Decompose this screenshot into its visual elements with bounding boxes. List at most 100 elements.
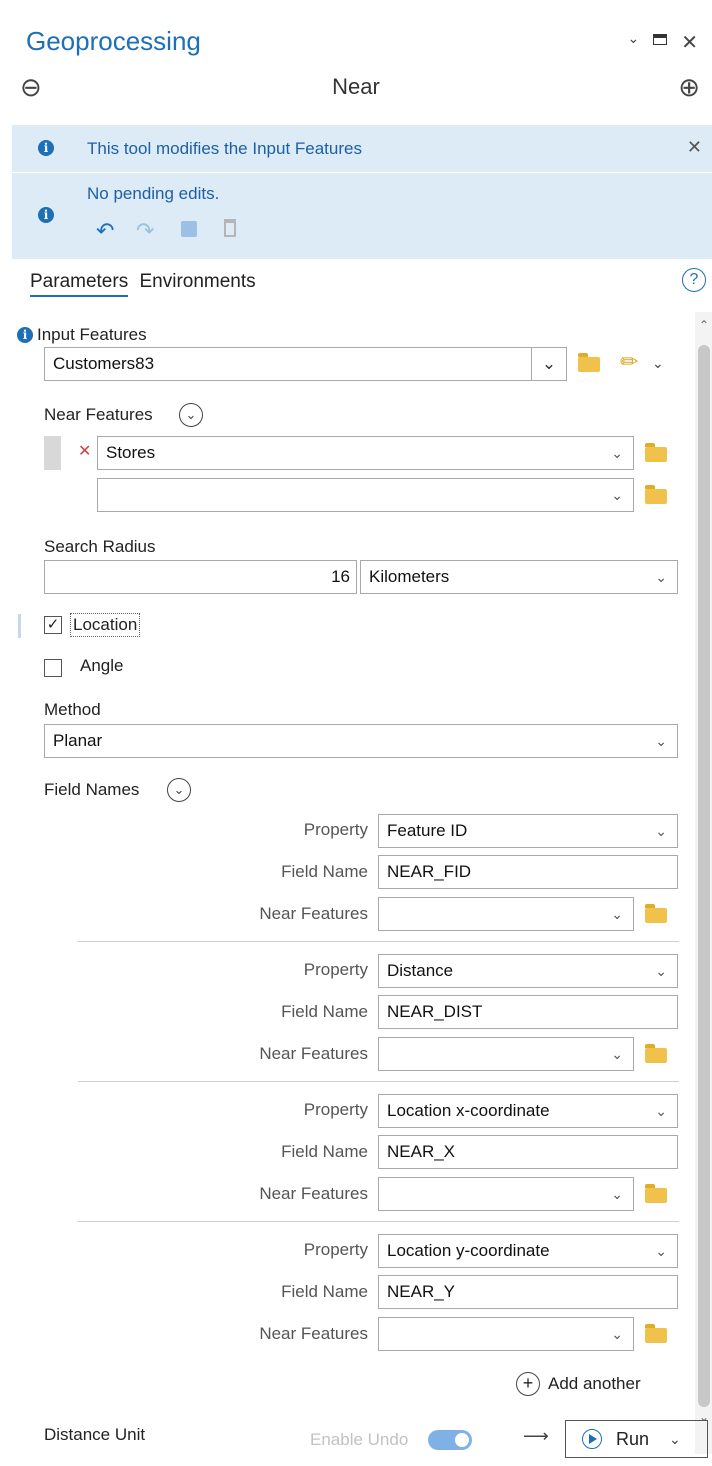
- chevron-down-icon: ⌄: [655, 1243, 667, 1259]
- field-name-input[interactable]: NEAR_FID: [378, 855, 678, 889]
- near-features-combo[interactable]: Stores ⌄: [97, 436, 634, 470]
- info-icon: i: [38, 207, 54, 223]
- add-another-icon[interactable]: +: [516, 1372, 540, 1396]
- near-features-row-select[interactable]: ⌄: [378, 1037, 634, 1071]
- enable-undo-toggle[interactable]: [428, 1430, 472, 1450]
- separator: [78, 1221, 679, 1222]
- info-icon: i: [17, 327, 33, 343]
- folder-icon[interactable]: [578, 357, 600, 372]
- window-controls: ⌄ ✕: [628, 30, 699, 55]
- location-checkbox[interactable]: ✓: [44, 616, 62, 634]
- property-value: Feature ID: [387, 821, 468, 840]
- run-options-icon[interactable]: ⌄: [669, 1431, 681, 1448]
- chevron-down-icon: ⌄: [655, 733, 667, 749]
- input-features-dropdown[interactable]: ⌄: [531, 347, 567, 381]
- property-label: Property: [303, 1100, 368, 1119]
- folder-icon[interactable]: [645, 489, 667, 504]
- input-features-value: Customers83: [53, 354, 155, 373]
- folder-icon[interactable]: [645, 447, 667, 462]
- chevron-down-icon: ⌄: [655, 1103, 667, 1119]
- near-features-row-label: Near Features: [259, 1184, 368, 1203]
- run-label: Run: [616, 1428, 650, 1449]
- close-pane-icon[interactable]: ✕: [681, 30, 698, 55]
- near-features-row-select[interactable]: ⌄: [378, 1317, 634, 1351]
- play-icon: [582, 1429, 602, 1449]
- method-value: Planar: [53, 731, 103, 750]
- undo-icon[interactable]: ↶: [96, 218, 114, 244]
- focus-marker: [18, 614, 21, 638]
- pane-options-icon[interactable]: ⌄: [628, 30, 640, 55]
- angle-label[interactable]: Angle: [80, 656, 123, 676]
- folder-icon[interactable]: [645, 1048, 667, 1063]
- run-button[interactable]: Run ⌄: [565, 1420, 708, 1458]
- near-features-row-label: Near Features: [259, 904, 368, 923]
- tool-title: Near: [332, 74, 380, 99]
- property-value: Location x-coordinate: [387, 1101, 550, 1120]
- near-features-expand-icon[interactable]: ⌄: [179, 403, 203, 427]
- scrollbar-thumb[interactable]: [698, 345, 710, 1407]
- tab-environments[interactable]: Environments: [139, 271, 255, 292]
- near-features-row-select[interactable]: ⌄: [378, 897, 634, 931]
- property-select[interactable]: Location x-coordinate ⌄: [378, 1094, 678, 1128]
- scroll-up-icon[interactable]: ⌃: [699, 318, 709, 332]
- separator: [78, 1081, 679, 1082]
- row-handle[interactable]: [44, 436, 61, 470]
- save-icon[interactable]: [181, 221, 197, 237]
- near-features-empty-combo[interactable]: ⌄: [97, 478, 634, 512]
- close-icon[interactable]: ✕: [687, 137, 702, 158]
- search-radius-unit: Kilometers: [369, 567, 450, 586]
- enable-undo-label: Enable Undo: [310, 1430, 409, 1449]
- discard-icon[interactable]: [224, 219, 236, 237]
- search-radius-unit-select[interactable]: Kilometers ⌄: [360, 560, 678, 594]
- tab-parameters[interactable]: Parameters: [30, 271, 129, 297]
- add-icon[interactable]: ⊕: [678, 72, 700, 103]
- folder-icon[interactable]: [645, 1328, 667, 1343]
- near-features-value: Stores: [106, 443, 156, 462]
- property-label: Property: [303, 1240, 368, 1259]
- near-features-row-label: Near Features: [259, 1324, 368, 1343]
- field-name-input[interactable]: NEAR_Y: [378, 1275, 678, 1309]
- modifies-banner-text: This tool modifies the Input Features: [87, 139, 362, 158]
- near-features-label: Near Features: [44, 405, 153, 424]
- method-select[interactable]: Planar ⌄: [44, 724, 678, 758]
- chevron-down-icon[interactable]: ⌄: [652, 355, 664, 372]
- near-features-row-select[interactable]: ⌄: [378, 1177, 634, 1211]
- pencil-icon[interactable]: ✏: [620, 349, 638, 375]
- chevron-down-icon: ⌄: [611, 1326, 623, 1342]
- property-label: Property: [303, 820, 368, 839]
- chevron-down-icon: ⌄: [655, 963, 667, 979]
- chevron-down-icon: ⌄: [655, 569, 667, 585]
- maximize-icon[interactable]: [653, 34, 668, 45]
- near-features-row-label: Near Features: [259, 1044, 368, 1063]
- folder-icon[interactable]: [645, 908, 667, 923]
- location-label[interactable]: Location: [70, 613, 141, 637]
- field-name-input[interactable]: NEAR_DIST: [378, 995, 678, 1029]
- field-name-value: NEAR_Y: [387, 1282, 456, 1301]
- redo-icon[interactable]: ↷: [136, 218, 154, 244]
- chevron-down-icon: ⌄: [611, 487, 623, 503]
- remove-icon[interactable]: ✕: [78, 441, 91, 461]
- property-select[interactable]: Distance ⌄: [378, 954, 678, 988]
- input-features-label: Input Features: [37, 325, 147, 344]
- property-select[interactable]: Feature ID ⌄: [378, 814, 678, 848]
- search-radius-input[interactable]: 16: [44, 560, 357, 594]
- field-names-expand-icon[interactable]: ⌄: [167, 778, 191, 802]
- property-label: Property: [303, 960, 368, 979]
- input-features-combo[interactable]: Customers83: [44, 347, 532, 381]
- folder-icon[interactable]: [645, 1188, 667, 1203]
- field-name-value: NEAR_X: [387, 1142, 456, 1161]
- field-name-label: Field Name: [281, 1142, 368, 1161]
- arrow-right-icon: ⟶: [523, 1426, 549, 1446]
- property-select[interactable]: Location y-coordinate ⌄: [378, 1234, 678, 1268]
- pending-edits-text: No pending edits.: [87, 184, 220, 203]
- tab-bar: Parameters Environments: [30, 271, 256, 297]
- angle-checkbox[interactable]: [44, 659, 62, 677]
- chevron-down-icon: ⌄: [611, 445, 623, 461]
- search-radius-label: Search Radius: [44, 537, 156, 556]
- property-value: Location y-coordinate: [387, 1241, 550, 1260]
- separator: [78, 941, 679, 942]
- property-value: Distance: [387, 961, 454, 980]
- help-icon[interactable]: ?: [682, 268, 706, 292]
- field-name-input[interactable]: NEAR_X: [378, 1135, 678, 1169]
- add-another-link[interactable]: Add another: [548, 1374, 641, 1394]
